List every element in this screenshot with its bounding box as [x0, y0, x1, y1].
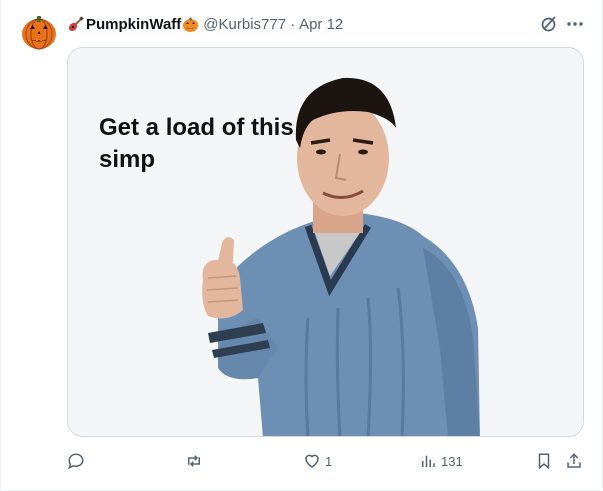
like-button[interactable]: 1 [303, 449, 332, 473]
grok-icon[interactable] [539, 14, 559, 34]
display-name-text: PumpkinWaff [86, 15, 182, 33]
tweet[interactable]: PumpkinWaff @Kurbis777 · Apr 12 Get a lo… [0, 0, 603, 491]
bookmark-icon [538, 453, 550, 470]
reply-icon [67, 453, 84, 470]
share-button[interactable] [565, 449, 583, 473]
heart-icon [305, 454, 319, 468]
avatar[interactable] [19, 12, 59, 52]
meme-photo [68, 48, 583, 436]
display-name[interactable]: PumpkinWaff [67, 16, 199, 33]
tweet-media[interactable]: Get a load of this simp [67, 47, 584, 437]
repost-button[interactable] [185, 449, 203, 473]
repost-icon [188, 455, 200, 467]
tweet-actions: 1 131 [67, 449, 587, 473]
pumpkin-emoji-icon [183, 17, 199, 32]
tweet-header: PumpkinWaff @Kurbis777 · Apr 12 [67, 14, 343, 34]
meme-caption: Get a load of this simp [99, 114, 294, 173]
user-handle[interactable]: @Kurbis777 [203, 16, 286, 33]
like-count: 1 [325, 453, 333, 469]
views-count: 131 [441, 453, 463, 469]
guitar-icon [68, 15, 84, 31]
share-icon [567, 453, 581, 468]
reply-button[interactable] [67, 449, 85, 473]
separator-dot: · [290, 15, 296, 33]
views-icon [422, 455, 435, 467]
bookmark-button[interactable] [535, 449, 553, 473]
more-icon[interactable] [565, 14, 585, 34]
tweet-date[interactable]: Apr 12 [299, 16, 343, 33]
views-button[interactable]: 131 [419, 449, 463, 473]
jack-o-lantern-avatar-icon [22, 16, 56, 50]
